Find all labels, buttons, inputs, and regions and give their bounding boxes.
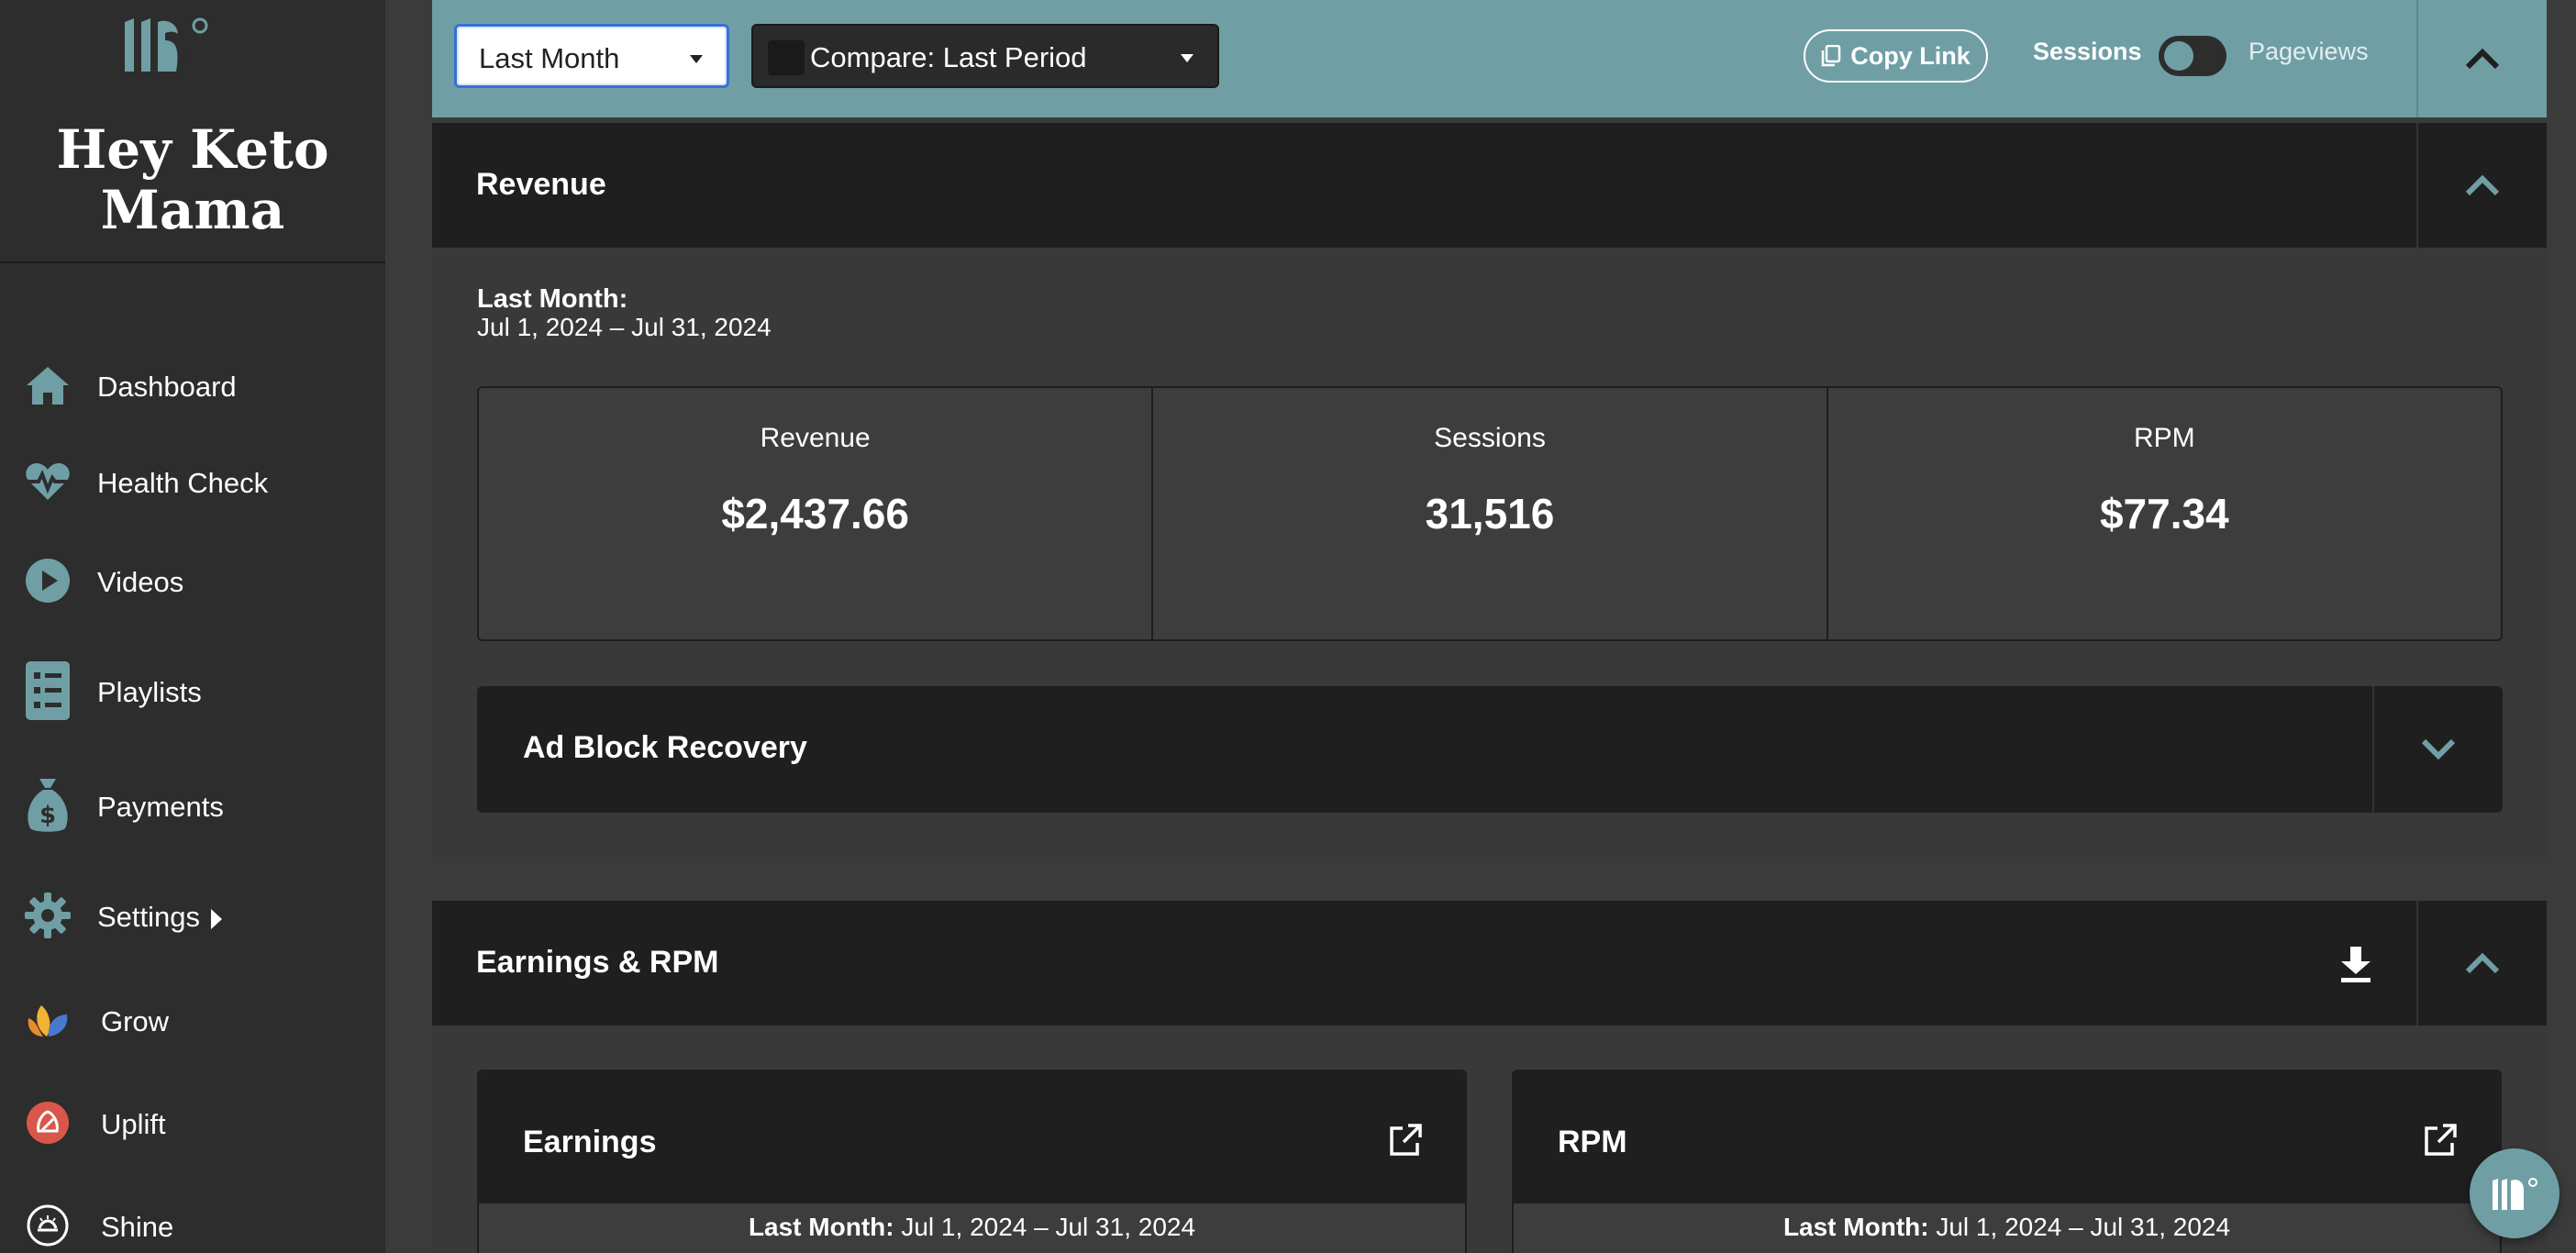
dropdown-arrow-icon	[1181, 54, 1194, 62]
shine-logo-icon	[23, 1201, 72, 1250]
rpm-card-title: RPM	[1558, 1125, 1627, 1159]
site-name-line2: Mama	[100, 179, 285, 241]
dropdown-arrow-icon	[690, 55, 703, 63]
mediavine-logo-icon[interactable]	[123, 15, 211, 75]
sessions-label: Sessions	[2033, 38, 2142, 65]
card-period-label: Last Month:	[748, 1213, 894, 1241]
revenue-panel-title: Revenue	[476, 167, 606, 202]
rpm-card-period: Last Month: Jul 1, 2024 – Jul 31, 2024	[1514, 1213, 2500, 1242]
pageviews-label: Pageviews	[2248, 38, 2369, 65]
mediavine-logo-icon	[2493, 1178, 2537, 1210]
date-range-select[interactable]: Last Month	[454, 24, 729, 88]
card-period-range: Jul 1, 2024 – Jul 31, 2024	[1936, 1213, 2231, 1241]
copy-link-label: Copy Link	[1850, 41, 1971, 70]
earnings-card-header: Earnings	[479, 1071, 1465, 1203]
rpm-card: RPM Last Month: Jul 1, 2024 – Jul 31, 20…	[1512, 1070, 2502, 1253]
period-label: Last Month:	[477, 284, 628, 314]
sidebar-item-uplift[interactable]: Uplift	[0, 1086, 385, 1159]
external-link-icon[interactable]	[1388, 1123, 1423, 1158]
earnings-panel-title: Earnings & RPM	[476, 945, 719, 980]
sidebar-item-videos[interactable]: Videos	[0, 544, 385, 617]
sidebar-item-label: Playlists	[97, 676, 202, 708]
help-chat-button[interactable]	[2470, 1148, 2559, 1238]
copy-link-button[interactable]: Copy Link	[1804, 29, 1988, 83]
chevron-up-icon	[2465, 952, 2500, 974]
compare-select[interactable]: Compare: Last Period	[751, 24, 1219, 88]
sidebar-item-label: Dashboard	[97, 371, 237, 403]
revenue-collapse-button[interactable]	[2416, 123, 2547, 248]
uplift-logo-icon	[23, 1098, 72, 1148]
stat-value: $2,437.66	[721, 490, 909, 538]
stat-label: Sessions	[1434, 423, 1546, 453]
sidebar-item-label: Payments	[97, 791, 224, 823]
filter-bar-collapse-button[interactable]	[2416, 0, 2547, 117]
download-icon[interactable]	[2336, 945, 2376, 985]
filter-bar: Last Month Compare: Last Period Copy Lin…	[432, 0, 2547, 117]
stat-revenue: Revenue $2,437.66	[479, 388, 1154, 639]
card-period-label: Last Month:	[1782, 1213, 1929, 1241]
earnings-panel-header: Earnings & RPM	[432, 901, 2547, 1026]
home-icon	[23, 360, 72, 410]
sidebar-item-grow[interactable]: Grow	[0, 983, 385, 1057]
sidebar-item-playlists[interactable]: Playlists	[0, 654, 385, 727]
earnings-card-title: Earnings	[523, 1125, 657, 1159]
sidebar-item-settings[interactable]: Settings	[0, 879, 385, 952]
gear-icon	[23, 891, 72, 940]
sidebar-item-payments[interactable]: $ Payments	[0, 769, 385, 842]
chevron-up-icon	[2465, 174, 2500, 196]
sidebar-item-label: Shine	[101, 1211, 174, 1243]
period-range: Jul 1, 2024 – Jul 31, 2024	[477, 313, 772, 341]
earnings-collapse-button[interactable]	[2416, 901, 2547, 1026]
ad-block-recovery-expand-button[interactable]	[2372, 686, 2503, 813]
revenue-stats: Revenue $2,437.66 Sessions 31,516 RPM $7…	[477, 386, 2503, 641]
rpm-card-header: RPM	[1514, 1071, 2500, 1203]
sidebar-item-label: Health Check	[97, 467, 269, 499]
sidebar-item-health-check[interactable]: Health Check	[0, 445, 385, 518]
stat-label: Revenue	[760, 423, 871, 453]
sidebar-item-label: Settings	[97, 901, 223, 934]
stat-value: 31,516	[1425, 490, 1555, 538]
card-period-range: Jul 1, 2024 – Jul 31, 2024	[901, 1213, 1196, 1241]
sidebar-item-label: Videos	[97, 566, 184, 598]
revenue-panel-header: Revenue	[432, 123, 2547, 248]
external-link-icon[interactable]	[2423, 1123, 2458, 1158]
heartbeat-icon	[23, 457, 72, 506]
copy-icon	[1821, 45, 1841, 67]
play-circle-icon	[23, 556, 72, 605]
stat-rpm: RPM $77.34	[1828, 388, 2501, 639]
settings-label: Settings	[97, 901, 201, 933]
stat-value: $77.34	[2099, 490, 2229, 538]
ad-block-recovery-title: Ad Block Recovery	[523, 730, 807, 765]
money-bag-icon: $	[23, 779, 72, 832]
date-range-value: Last Month	[479, 42, 620, 74]
earnings-card-period: Last Month: Jul 1, 2024 – Jul 31, 2024	[479, 1213, 1465, 1242]
site-name-line1: Hey Keto	[56, 118, 329, 181]
sidebar-item-shine[interactable]: Shine	[0, 1189, 385, 1253]
sidebar-divider	[0, 261, 385, 263]
compare-checkbox[interactable]	[768, 40, 805, 75]
site-name: Hey Keto Mama	[0, 119, 385, 240]
toggle-knob	[2164, 41, 2193, 71]
sidebar-item-label: Uplift	[101, 1108, 166, 1140]
sessions-pageviews-toggle[interactable]	[2159, 36, 2226, 76]
ad-block-recovery-section[interactable]: Ad Block Recovery	[477, 686, 2503, 813]
chevron-down-icon	[2421, 738, 2456, 760]
compare-value: Compare: Last Period	[810, 41, 1087, 73]
caret-right-icon	[211, 908, 223, 929]
svg-text:$: $	[39, 802, 56, 829]
stat-sessions: Sessions 31,516	[1153, 388, 1828, 639]
sidebar-item-label: Grow	[101, 1005, 170, 1037]
stat-label: RPM	[2133, 423, 2195, 453]
grow-logo-icon	[23, 995, 72, 1045]
chevron-up-icon	[2465, 48, 2500, 70]
sidebar: Hey Keto Mama Dashboard Health Check Vid…	[0, 0, 385, 1253]
earnings-card: Earnings Last Month: Jul 1, 2024 – Jul 3…	[477, 1070, 1467, 1253]
sidebar-item-dashboard[interactable]: Dashboard	[0, 349, 385, 422]
list-icon	[23, 661, 72, 720]
